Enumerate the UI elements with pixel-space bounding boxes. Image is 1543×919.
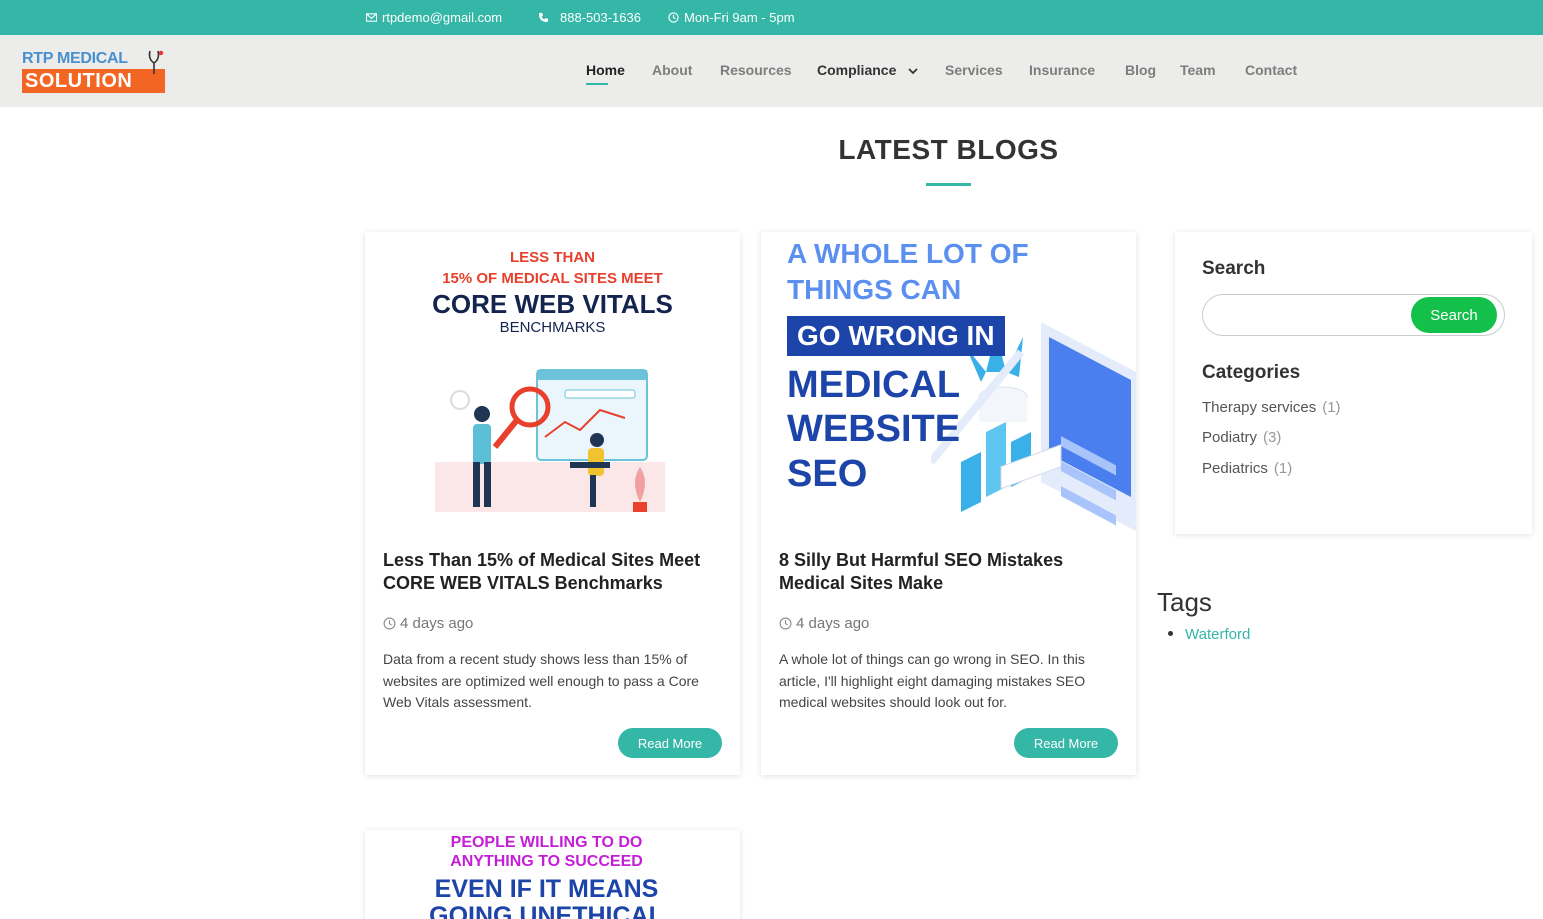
hours-text: Mon-Fri 9am - 5pm	[684, 10, 795, 25]
categories-title: Categories	[1202, 362, 1301, 383]
nav-services[interactable]: Services	[945, 62, 1003, 78]
category-count: (3)	[1263, 429, 1282, 446]
blog-card: LESS THAN 15% OF MEDICAL SITES MEET CORE…	[365, 232, 740, 775]
tags-title: Tags	[1157, 587, 1212, 617]
phone-contact[interactable]: 888-503-1636	[538, 0, 641, 35]
read-more-button[interactable]: Read More	[1014, 728, 1118, 758]
thumb-text-line: EVEN IF IT MEANS	[434, 875, 659, 903]
blog-date: 4 days ago	[383, 615, 473, 632]
search-form: Search	[1202, 294, 1505, 336]
thumb-text-line: THINGS CAN	[787, 274, 962, 305]
web-vitals-illustration	[435, 369, 665, 512]
top-contact-bar: rtpdemo@gmail.com 888-503-1636 Mon-Fri 9…	[0, 0, 1543, 35]
thumb-text-line: WEBSITE	[787, 408, 961, 450]
category-item[interactable]: Pediatrics (1)	[1202, 460, 1292, 477]
chevron-down-icon[interactable]	[908, 67, 918, 75]
category-name: Podiatry	[1202, 429, 1258, 446]
thumb-text-line: A WHOLE LOT OF	[787, 238, 1029, 269]
clock-icon	[779, 617, 792, 630]
bullet-icon	[1168, 630, 1173, 636]
search-button[interactable]: Search	[1411, 297, 1497, 333]
thumb-text-line: MEDICAL	[787, 364, 961, 406]
tag-label[interactable]: Waterford	[1185, 626, 1250, 643]
thumb-text-line: PEOPLE WILLING TO DO	[450, 834, 643, 851]
blog-title[interactable]: Less Than 15% of Medical Sites Meet CORE…	[383, 549, 728, 595]
thumb-text-line: BENCHMARKS	[499, 319, 606, 336]
nav-resources[interactable]: Resources	[720, 62, 792, 78]
nav-contact[interactable]: Contact	[1245, 62, 1297, 78]
nav-insurance[interactable]: Insurance	[1029, 62, 1095, 78]
sidebar-widget: Search Search Categories Therapy service…	[1175, 232, 1532, 534]
email-text: rtpdemo@gmail.com	[382, 10, 503, 25]
logo-line-2: SOLUTION	[22, 69, 165, 93]
site-header: RTP MEDICAL SOLUTION Home About Resource…	[0, 35, 1543, 107]
read-more-button[interactable]: Read More	[618, 728, 722, 758]
category-name: Therapy services	[1202, 399, 1317, 416]
thumb-text-line: LESS THAN	[509, 249, 595, 266]
thumb-text-line: CORE WEB VITALS	[432, 289, 673, 319]
blog-title[interactable]: 8 Silly But Harmful SEO Mistakes Medical…	[779, 549, 1124, 595]
blog-thumbnail[interactable]: LESS THAN 15% OF MEDICAL SITES MEET CORE…	[365, 232, 740, 531]
date-text: 4 days ago	[400, 615, 474, 632]
nav-team[interactable]: Team	[1180, 62, 1216, 78]
blog-thumbnail[interactable]: A WHOLE LOT OF THINGS CAN GO WRONG IN ME…	[761, 232, 1136, 531]
blog-card: PEOPLE WILLING TO DO ANYTHING TO SUCCEED…	[365, 830, 740, 919]
blog-thumbnail[interactable]: PEOPLE WILLING TO DO ANYTHING TO SUCCEED…	[365, 830, 740, 919]
phone-text: 888-503-1636	[560, 10, 641, 25]
search-title: Search	[1202, 258, 1266, 279]
nav-about[interactable]: About	[652, 62, 692, 78]
logo-line-1: RTP MEDICAL	[22, 50, 128, 67]
nav-home[interactable]: Home	[586, 62, 625, 78]
nav-blog[interactable]: Blog	[1125, 62, 1156, 78]
phone-icon	[538, 12, 549, 23]
thumb-text-line: SEO	[787, 453, 868, 495]
category-count: (1)	[1322, 399, 1341, 416]
date-text: 4 days ago	[796, 615, 870, 632]
blog-excerpt: Data from a recent study shows less than…	[383, 651, 699, 710]
nav-compliance[interactable]: Compliance	[817, 62, 896, 78]
stethoscope-icon	[148, 50, 164, 78]
category-name: Pediatrics	[1202, 460, 1268, 477]
category-item[interactable]: Therapy services (1)	[1202, 399, 1341, 416]
mail-icon	[366, 13, 377, 22]
email-contact[interactable]: rtpdemo@gmail.com	[366, 0, 502, 35]
thumb-text-line: GO WRONG IN	[787, 316, 1005, 356]
category-item[interactable]: Podiatry (3)	[1202, 429, 1281, 446]
hours-info: Mon-Fri 9am - 5pm	[668, 0, 795, 35]
site-logo[interactable]: RTP MEDICAL SOLUTION	[22, 49, 168, 95]
search-input[interactable]	[1212, 298, 1414, 332]
clock-icon	[383, 617, 396, 630]
thumb-text-line: ANYTHING TO SUCCEED	[450, 853, 643, 870]
thumb-text-line: 15% OF MEDICAL SITES MEET	[442, 270, 663, 287]
blog-excerpt: A whole lot of things can go wrong in SE…	[779, 651, 1086, 710]
page-title: LATEST BLOGS	[838, 134, 1059, 165]
blog-card: A WHOLE LOT OF THINGS CAN GO WRONG IN ME…	[761, 232, 1136, 775]
clock-icon	[668, 12, 679, 23]
tag-item[interactable]: Waterford	[1168, 626, 1250, 643]
blog-date: 4 days ago	[779, 615, 869, 632]
category-count: (1)	[1273, 460, 1293, 477]
title-divider	[926, 183, 971, 186]
active-nav-indicator	[586, 83, 608, 85]
thumb-text-line: GOING UNETHICAL	[429, 902, 664, 919]
